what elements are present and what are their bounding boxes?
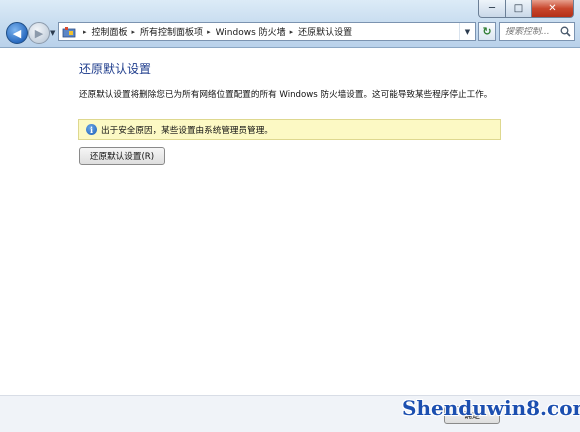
breadcrumb-all-items[interactable]: 所有控制面板项 [140, 25, 203, 38]
address-dropdown-icon[interactable]: ▼ [459, 23, 475, 40]
address-bar[interactable]: ▸ 控制面板 ▸ 所有控制面板项 ▸ Windows 防火墙 ▸ 还原默认设置 … [58, 22, 476, 41]
info-icon: i [86, 124, 97, 135]
watermark: Shenduwin8.com [402, 396, 580, 420]
info-message: 出于安全原因，某些设置由系统管理员管理。 [101, 125, 273, 136]
info-bar: i 出于安全原因，某些设置由系统管理员管理。 [78, 119, 501, 140]
refresh-icon: ↻ [482, 25, 492, 38]
breadcrumb-restore-defaults[interactable]: 还原默认设置 [298, 25, 352, 38]
breadcrumb-separator-icon[interactable]: ▸ [290, 28, 294, 36]
restore-defaults-button[interactable]: 还原默认设置(R) [79, 147, 165, 165]
window-controls: ─ □ ✕ [478, 0, 574, 18]
refresh-button[interactable]: ↻ [478, 22, 496, 41]
forward-arrow-icon: ▶ [34, 26, 44, 40]
close-button[interactable]: ✕ [532, 0, 574, 18]
control-panel-icon [62, 26, 76, 38]
minimize-button[interactable]: ─ [478, 0, 506, 18]
back-arrow-icon: ◀ [12, 26, 22, 40]
recent-pages-dropdown[interactable]: ▼ [50, 29, 55, 37]
main-content: 还原默认设置 还原默认设置将删除您已为所有网络位置配置的所有 Windows 防… [0, 48, 580, 395]
forward-button[interactable]: ▶ [28, 22, 50, 44]
breadcrumb-separator-icon[interactable]: ▸ [132, 28, 136, 36]
breadcrumb-windows-firewall[interactable]: Windows 防火墙 [216, 25, 286, 38]
search-input[interactable] [505, 26, 561, 37]
search-icon[interactable] [560, 26, 571, 37]
breadcrumb-separator-icon[interactable]: ▸ [207, 28, 211, 36]
page-title: 还原默认设置 [79, 62, 152, 76]
breadcrumb-separator-icon: ▸ [83, 27, 87, 36]
page-description: 还原默认设置将删除您已为所有网络位置配置的所有 Windows 防火墙设置。这可… [79, 90, 493, 100]
back-button[interactable]: ◀ [6, 22, 28, 44]
breadcrumb: ▸ 控制面板 ▸ 所有控制面板项 ▸ Windows 防火墙 ▸ 还原默认设置 [79, 25, 352, 39]
maximize-button[interactable]: □ [506, 0, 532, 18]
title-bar: ─ □ ✕ ◀ ▶ ▼ ▸ 控制面板 ▸ 所有控制面板项 ▸ Windows 防… [0, 0, 580, 48]
search-box[interactable] [499, 22, 575, 41]
breadcrumb-control-panel[interactable]: 控制面板 [92, 25, 128, 38]
